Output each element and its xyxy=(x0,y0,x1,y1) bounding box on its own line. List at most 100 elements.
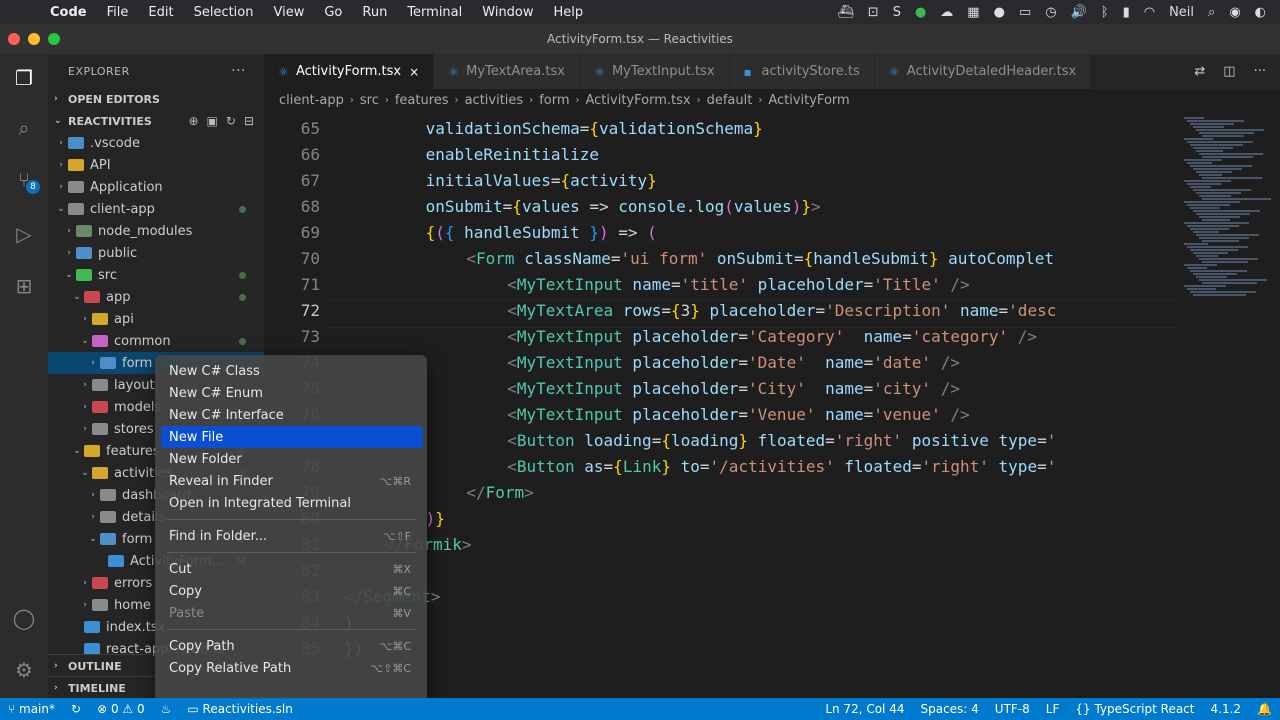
docker-icon[interactable]: ⛴ xyxy=(837,5,854,20)
compare-changes-icon[interactable]: ⇄ xyxy=(1194,64,1205,79)
open-editors-section[interactable]: › OPEN EDITORS xyxy=(48,88,264,110)
sync-icon[interactable]: ↻ xyxy=(63,702,89,716)
context-menu-item[interactable]: New C# Interface xyxy=(161,404,423,426)
maximize-window-button[interactable] xyxy=(48,33,60,45)
menu-app-name[interactable]: Code xyxy=(40,5,97,20)
settings-gear-icon[interactable]: ⚙ xyxy=(12,658,36,682)
tab-mytextarea[interactable]: ⚛ MyTextArea.tsx xyxy=(434,54,580,89)
display-icon[interactable]: ▭ xyxy=(1019,5,1031,20)
context-menu-item[interactable]: New C# Class xyxy=(161,360,423,382)
volume-icon[interactable]: 🔊 xyxy=(1071,5,1087,20)
breadcrumb-item[interactable]: ActivityForm.tsx xyxy=(586,93,691,108)
breadcrumb-item[interactable]: client-app xyxy=(279,93,344,108)
explorer-icon[interactable]: ❐ xyxy=(12,66,36,90)
tree-item[interactable]: ⌄ client-app xyxy=(48,198,264,220)
context-menu-item[interactable]: Copy Relative Path ⌥⇧⌘C xyxy=(161,657,423,679)
tree-item[interactable]: › API xyxy=(48,154,264,176)
more-actions-icon[interactable]: ··· xyxy=(231,63,246,79)
notification-icon[interactable]: ◐ xyxy=(1255,5,1266,20)
context-menu-item[interactable]: Find in Folder... ⌥⇧F xyxy=(161,525,423,547)
battery-icon[interactable]: ▮ xyxy=(1123,5,1130,20)
bubble-icon[interactable]: ● xyxy=(994,5,1005,20)
breadcrumb-item[interactable]: form xyxy=(539,93,569,108)
cursor-position[interactable]: Ln 72, Col 44 xyxy=(817,702,912,716)
account-icon[interactable]: ◯ xyxy=(12,606,36,630)
context-menu-item[interactable]: Open in Integrated Terminal xyxy=(161,492,423,514)
app-s-icon[interactable]: S xyxy=(893,5,901,20)
new-folder-icon[interactable]: ▣ xyxy=(207,114,218,128)
bluetooth-icon[interactable]: ᛒ xyxy=(1101,5,1109,20)
breadcrumb-item[interactable]: ActivityForm xyxy=(768,93,849,108)
tab-activitystore[interactable]: ▪ activityStore.ts xyxy=(729,54,875,89)
indentation[interactable]: Spaces: 4 xyxy=(912,702,986,716)
line-icon[interactable]: ● xyxy=(915,5,926,20)
wifi-icon[interactable]: ◠ xyxy=(1144,5,1155,20)
context-menu-item[interactable]: Cut ⌘X xyxy=(161,558,423,580)
tree-item[interactable]: › node_modules xyxy=(48,220,264,242)
menu-help[interactable]: Help xyxy=(544,5,594,20)
split-editor-icon[interactable]: ◫ xyxy=(1223,64,1235,79)
minimize-window-button[interactable] xyxy=(28,33,40,45)
context-menu-item[interactable]: Reveal in Finder ⌥⌘R xyxy=(161,470,423,492)
spotlight-search-icon[interactable]: ⌕ xyxy=(1208,5,1215,20)
close-tab-icon[interactable]: × xyxy=(409,65,419,79)
end-of-line[interactable]: LF xyxy=(1038,702,1068,716)
context-menu-item[interactable]: Copy ⌘C xyxy=(161,580,423,602)
menu-go[interactable]: Go xyxy=(314,5,352,20)
branch-item[interactable]: ⑂ main* xyxy=(0,702,63,716)
breadcrumb-item[interactable]: default xyxy=(707,93,753,108)
tree-item[interactable]: ⌄ app xyxy=(48,286,264,308)
project-section[interactable]: ⌄ REACTIVITIES ⊕ ▣ ↻ ⊟ xyxy=(48,110,264,132)
breadcrumb-item[interactable]: activities xyxy=(465,93,524,108)
control-center-icon[interactable]: ◉ xyxy=(1229,5,1240,20)
tree-item[interactable]: ⌄ src xyxy=(48,264,264,286)
encoding[interactable]: UTF-8 xyxy=(987,702,1038,716)
chevron-right-icon: › xyxy=(91,512,95,522)
tree-item[interactable]: › .vscode xyxy=(48,132,264,154)
search-icon[interactable]: ⌕ xyxy=(12,116,36,140)
menu-terminal[interactable]: Terminal xyxy=(397,5,472,20)
menu-view[interactable]: View xyxy=(263,5,314,20)
source-control-icon[interactable]: ⑂ 8 xyxy=(12,168,40,194)
refresh-icon[interactable]: ↻ xyxy=(226,114,236,128)
ts-version[interactable]: 4.1.2 xyxy=(1203,702,1250,716)
menu-file[interactable]: File xyxy=(97,5,139,20)
grid-icon[interactable]: ▦ xyxy=(967,5,979,20)
minimap[interactable] xyxy=(1180,111,1280,698)
run-debug-icon[interactable]: ▷ xyxy=(12,222,36,246)
user-name[interactable]: Neil xyxy=(1169,5,1194,20)
notifications-icon[interactable]: 🔔 xyxy=(1249,702,1280,716)
menu-window[interactable]: Window xyxy=(472,5,543,20)
context-menu-item[interactable]: New Folder xyxy=(161,448,423,470)
menu-run[interactable]: Run xyxy=(352,5,397,20)
tab-mytextinput[interactable]: ⚛ MyTextInput.tsx xyxy=(579,54,730,89)
tab-activitydetailedheader[interactable]: ⚛ ActivityDetaledHeader.tsx xyxy=(874,54,1092,89)
code-token: ) xyxy=(425,509,436,528)
tree-item[interactable]: ⌄ common xyxy=(48,330,264,352)
code-token: type xyxy=(988,431,1038,450)
folder-icon xyxy=(76,269,92,281)
more-actions-icon[interactable]: ··· xyxy=(1254,64,1266,79)
close-window-button[interactable] xyxy=(8,33,20,45)
menu-selection[interactable]: Selection xyxy=(184,5,264,20)
tree-item[interactable]: › api xyxy=(48,308,264,330)
screen-record-icon[interactable]: ⊡ xyxy=(868,5,879,20)
tree-item[interactable]: › public xyxy=(48,242,264,264)
context-menu-item[interactable]: New File xyxy=(161,426,423,448)
cloud-icon[interactable]: ☁ xyxy=(940,5,953,20)
problems-item[interactable]: ⊗ 0 ⚠ 0 xyxy=(89,702,153,716)
flame-icon[interactable]: ♨ xyxy=(153,702,180,716)
breadcrumb-item[interactable]: src xyxy=(360,93,379,108)
tab-activityform[interactable]: ⚛ ActivityForm.tsx × xyxy=(264,54,435,89)
tree-item[interactable]: › Application xyxy=(48,176,264,198)
menu-edit[interactable]: Edit xyxy=(138,5,183,20)
context-menu-item[interactable]: New C# Enum xyxy=(161,382,423,404)
language-mode[interactable]: {} TypeScript React xyxy=(1067,702,1202,716)
context-menu-item[interactable]: Copy Path ⌥⌘C xyxy=(161,635,423,657)
new-file-icon[interactable]: ⊕ xyxy=(188,114,198,128)
extensions-icon[interactable]: ⊞ xyxy=(12,274,36,298)
collapse-all-icon[interactable]: ⊟ xyxy=(244,114,254,128)
solution-item[interactable]: ▭ Reactivities.sln xyxy=(179,702,300,716)
breadcrumb-item[interactable]: features xyxy=(395,93,449,108)
clock-icon[interactable]: ◷ xyxy=(1045,5,1056,20)
